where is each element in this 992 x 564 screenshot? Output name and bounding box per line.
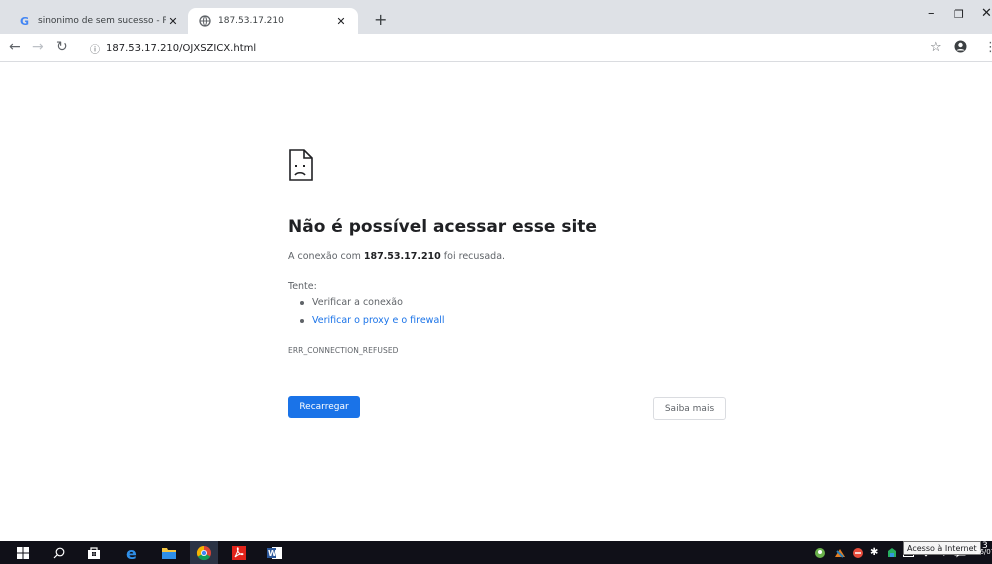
tray-app-icon[interactable] — [834, 545, 846, 560]
message-suffix: foi recusada. — [440, 251, 506, 262]
tray-people-icon[interactable] — [814, 545, 826, 560]
svg-text:G: G — [20, 15, 29, 27]
bluetooth-icon[interactable]: ✱ — [870, 545, 878, 560]
learn-more-button[interactable]: Saiba mais — [653, 397, 726, 420]
globe-icon — [198, 14, 212, 28]
forward-arrow-icon[interactable]: → — [32, 39, 44, 55]
acrobat-icon[interactable] — [230, 544, 248, 561]
windows-start-icon[interactable] — [16, 544, 30, 561]
reload-button[interactable]: Recarregar — [288, 396, 360, 418]
file-explorer-icon[interactable] — [160, 544, 178, 561]
tray-network-app-icon[interactable] — [886, 545, 898, 560]
window-close-icon[interactable]: ✕ — [981, 6, 992, 21]
reload-icon[interactable]: ↻ — [56, 39, 68, 55]
menu-icon[interactable]: ⋮ — [984, 40, 992, 55]
store-icon[interactable] — [86, 544, 102, 561]
back-arrow-icon[interactable]: ← — [9, 39, 21, 55]
internet-access-tooltip: Acesso à Internet — [903, 541, 981, 555]
bullet — [300, 318, 304, 323]
suggestion-check-connection: Verificar a conexão — [300, 297, 403, 308]
edge-browser-icon[interactable]: e — [124, 544, 142, 561]
message-host: 187.53.17.210 — [363, 251, 441, 262]
minimize-icon[interactable]: – — [928, 6, 935, 21]
search-icon[interactable] — [52, 544, 66, 561]
browser-toolbar: ← → ↻ ⓘ 187.53.17.210/OJXSZICX.html ☆ ⋮ — [0, 34, 992, 62]
svg-text:W: W — [268, 549, 277, 558]
error-heading: Não é possível acessar esse site — [288, 217, 597, 237]
svg-text:e: e — [126, 545, 137, 561]
restore-icon[interactable]: ❐ — [954, 8, 964, 21]
new-tab-button[interactable]: + — [374, 10, 387, 29]
url-text: 187.53.17.210/OJXSZICX.html — [106, 42, 257, 54]
error-message: A conexão com 187.53.17.210 foi recusada… — [288, 251, 505, 262]
chrome-icon[interactable] — [190, 541, 218, 564]
try-label: Tente: — [288, 281, 317, 292]
google-g-icon: G — [18, 14, 32, 28]
tab-title: sinonimo de sem sucesso - Pesqu — [38, 16, 166, 26]
tab-strip: G sinonimo de sem sucesso - Pesqu ✕ 187.… — [0, 0, 992, 34]
suggestion-check-proxy-link[interactable]: Verificar o proxy e o firewall — [300, 315, 445, 326]
error-code: ERR_CONNECTION_REFUSED — [288, 346, 399, 355]
word-icon[interactable]: W — [266, 544, 284, 561]
suggestion-text: Verificar a conexão — [312, 297, 403, 308]
star-icon[interactable]: ☆ — [930, 40, 942, 55]
close-icon[interactable]: ✕ — [334, 15, 348, 28]
suggestion-link-text[interactable]: Verificar o proxy e o firewall — [312, 315, 445, 326]
bullet — [300, 300, 304, 305]
tab-current[interactable]: 187.53.17.210 ✕ — [188, 8, 358, 34]
address-bar[interactable]: ⓘ 187.53.17.210/OJXSZICX.html — [90, 38, 910, 58]
sad-page-icon — [288, 148, 314, 182]
tab-title: 187.53.17.210 — [218, 16, 284, 26]
tab-google-search[interactable]: G sinonimo de sem sucesso - Pesqu ✕ — [8, 8, 188, 34]
clock-date[interactable]: 26/07/2020 — [975, 548, 992, 556]
windows-taskbar: e W ✱ ◂) — [0, 541, 992, 564]
close-icon[interactable]: ✕ — [166, 15, 180, 28]
message-prefix: A conexão com — [288, 251, 364, 262]
profile-icon[interactable] — [954, 40, 967, 57]
tray-shield-icon[interactable] — [852, 545, 864, 560]
info-icon[interactable]: ⓘ — [90, 41, 100, 56]
